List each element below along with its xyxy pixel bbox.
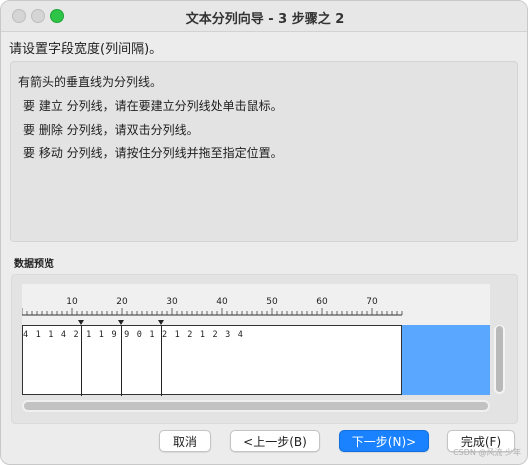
ruler-tick-label: 20 [116, 297, 128, 307]
vertical-scrollbar[interactable] [494, 325, 505, 394]
data-preview-grid[interactable]: 4 1 1 4 2 1 1 9 9 0 1 2 1 2 1 2 3 4 [22, 325, 402, 396]
horizontal-scroll-thumb[interactable] [24, 402, 488, 410]
back-button[interactable]: <上一步(B) [230, 430, 320, 452]
text-to-columns-wizard-window: 文本分列向导 - 3 步骤之 2 请设置字段宽度(列间隔)。 有箭头的垂直线为分… [0, 0, 528, 465]
description-line: 有箭头的垂直线为分列线。 [18, 75, 163, 89]
vertical-scroll-thumb[interactable] [496, 326, 503, 392]
data-preview-label: 数据预览 [14, 259, 54, 270]
ruler-tick-label: 60 [316, 297, 328, 307]
description-line: 要 移动 分列线，请按住分列线并拖至指定位置。 [23, 146, 283, 160]
column-break-line[interactable] [121, 326, 122, 396]
ruler-tick-label: 40 [216, 297, 228, 307]
ruler-tick-label: 30 [166, 297, 178, 307]
ruler-tick-label: 70 [366, 297, 378, 307]
ruler-tick-label: 50 [266, 297, 278, 307]
ruler-tick-label: 10 [66, 297, 78, 307]
ruler-ticks [22, 308, 403, 325]
column-break-line[interactable] [161, 326, 162, 396]
description-line: 要 删除 分列线，请双击分列线。 [23, 123, 199, 137]
instruction-text: 请设置字段宽度(列间隔)。 [9, 42, 163, 57]
data-row: 4 1 1 4 2 1 1 9 9 0 1 2 1 2 1 2 3 4 [23, 330, 245, 340]
description-line: 要 建立 分列线，请在要建立分列线处单击鼠标。 [23, 99, 283, 113]
cancel-button[interactable]: 取消 [159, 430, 211, 452]
column-break-line[interactable] [81, 326, 82, 396]
description-panel: 有箭头的垂直线为分列线。 要 建立 分列线，请在要建立分列线处单击鼠标。 要 删… [10, 61, 518, 242]
title-bar: 文本分列向导 - 3 步骤之 2 [1, 1, 527, 32]
window-title: 文本分列向导 - 3 步骤之 2 [185, 12, 345, 27]
horizontal-scrollbar[interactable] [22, 400, 490, 412]
selection-highlight [402, 325, 490, 395]
watermark-text: CSDN @风流 少年 [453, 448, 521, 457]
next-button[interactable]: 下一步(N)> [339, 430, 429, 452]
column-ruler[interactable]: 10 20 30 40 50 60 70 [22, 284, 490, 325]
